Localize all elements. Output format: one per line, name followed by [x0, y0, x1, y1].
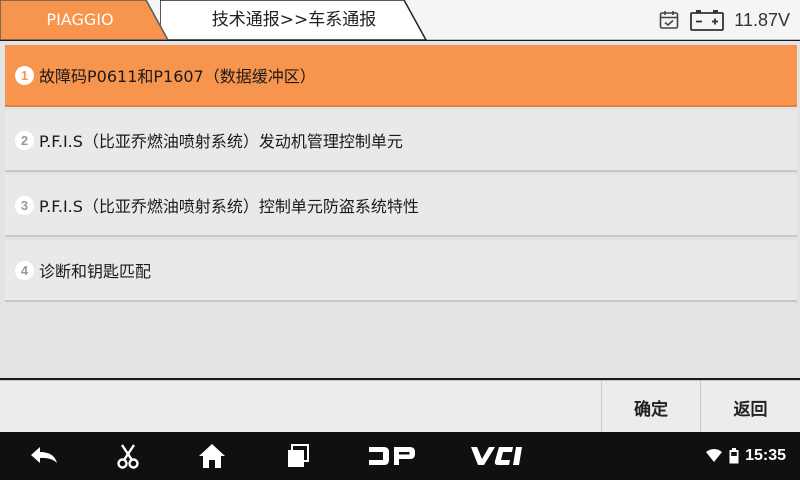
item-number-badge: 1 [15, 65, 34, 85]
vci-icon [471, 447, 522, 465]
list-item-diagnosis-key-matching[interactable]: 4 诊断和钥匙匹配 [5, 240, 797, 302]
action-bar: 确定 返回 [0, 380, 800, 433]
recent-apps-icon [288, 444, 309, 467]
item-number-badge: 3 [15, 195, 34, 215]
nav-dp-button[interactable] [364, 432, 420, 480]
scissors-icon [117, 444, 139, 469]
status-area: 11.87V [658, 0, 790, 40]
list-item-engine-management-ecu[interactable]: 2 P.F.I.S（比亚乔燃油喷射系统）发动机管理控制单元 [5, 110, 797, 172]
battery-status-icon [729, 448, 739, 464]
brand-label[interactable]: PIAGGIO [0, 0, 160, 40]
list-item-label: 故障码P0611和P1607（数据缓冲区） [39, 67, 316, 86]
list-item-label: P.F.I.S（比亚乔燃油喷射系统）控制单元防盗系统特性 [39, 197, 419, 216]
back-icon [31, 447, 57, 463]
item-number-badge: 2 [15, 130, 34, 150]
calendar-check-icon [659, 11, 679, 29]
nav-recent-apps-button[interactable] [276, 432, 320, 480]
system-nav-bar: 15:35 [0, 432, 800, 480]
nav-home-button[interactable] [190, 432, 234, 480]
list-item-label: 诊断和钥匙匹配 [39, 262, 152, 281]
list-item-immobilizer-features[interactable]: 3 P.F.I.S（比亚乔燃油喷射系统）控制单元防盗系统特性 [5, 175, 797, 237]
home-icon [199, 444, 225, 468]
clock: 15:35 [745, 447, 786, 464]
back-button[interactable]: 返回 [700, 381, 800, 433]
item-number-badge: 4 [15, 260, 34, 280]
system-status: 15:35 [705, 432, 786, 480]
list-item-label: P.F.I.S（比亚乔燃油喷射系统）发动机管理控制单元 [39, 132, 403, 151]
nav-vci-button[interactable] [466, 432, 530, 480]
nav-back-button[interactable] [22, 432, 66, 480]
bulletin-list: 1 故障码P0611和P1607（数据缓冲区） 2 P.F.I.S（比亚乔燃油喷… [0, 41, 800, 378]
confirm-button[interactable]: 确定 [601, 381, 700, 433]
title-bar: PIAGGIO 技术通报>>车系通报 11.87V [0, 0, 800, 40]
wifi-icon [706, 449, 723, 462]
battery-icon [690, 10, 725, 31]
list-item-fault-codes[interactable]: 1 故障码P0611和P1607（数据缓冲区） [5, 45, 797, 107]
dp-icon [369, 447, 415, 465]
nav-screenshot-button[interactable] [106, 432, 150, 480]
breadcrumb[interactable]: 技术通报>>车系通报 [170, 0, 418, 40]
voltage-reading: 11.87V [734, 9, 790, 30]
